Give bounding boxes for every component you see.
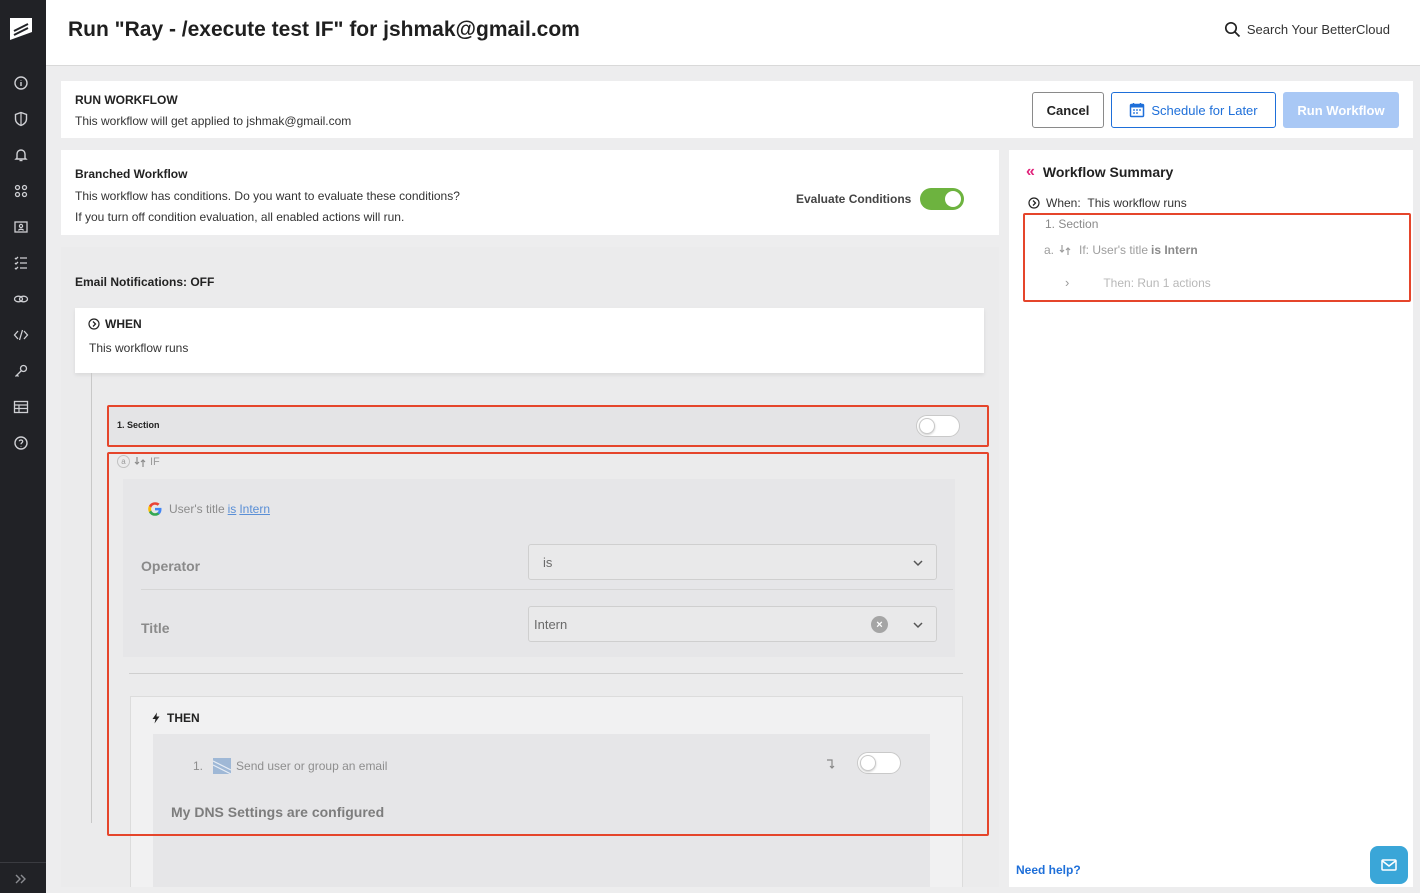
- list-check-icon[interactable]: [13, 255, 29, 271]
- global-search[interactable]: Search Your BetterCloud: [1224, 21, 1390, 38]
- expand-sidebar-icon[interactable]: [14, 872, 28, 886]
- folder-user-icon[interactable]: [13, 219, 29, 235]
- when-heading-label: WHEN: [105, 317, 142, 331]
- page-header: Run "Ray - /execute test IF" for jshmak@…: [46, 0, 1420, 66]
- summary-when-text: This workflow runs: [1087, 196, 1187, 210]
- workflow-summary-panel: « Workflow Summary When: This workflow r…: [1009, 150, 1413, 887]
- shield-icon[interactable]: [13, 111, 29, 127]
- run-workflow-subtitle: This workflow will get applied to jshmak…: [75, 114, 352, 128]
- if-block-highlight: [107, 452, 989, 836]
- code-icon[interactable]: [13, 327, 29, 343]
- collapse-summary-icon[interactable]: «: [1026, 163, 1035, 181]
- branched-workflow-card: Branched Workflow This workflow has cond…: [61, 150, 999, 235]
- workflow-tree-line: [91, 373, 92, 823]
- email-notifications-status: Email Notifications: OFF: [75, 275, 215, 289]
- summary-highlight: [1023, 213, 1411, 302]
- search-icon: [1224, 21, 1241, 38]
- table-icon[interactable]: [13, 399, 29, 415]
- run-workflow-heading: RUN WORKFLOW: [75, 93, 178, 107]
- mail-icon: [1381, 859, 1397, 871]
- help-icon[interactable]: [13, 435, 29, 451]
- schedule-for-later-button[interactable]: Schedule for Later: [1111, 92, 1276, 128]
- trigger-icon: [1028, 197, 1040, 209]
- when-text: This workflow runs: [89, 341, 189, 355]
- workflow-editor-panel: Email Notifications: OFF WHEN This workf…: [61, 247, 999, 887]
- bettercloud-logo[interactable]: [10, 18, 32, 40]
- trigger-icon: [88, 318, 100, 330]
- page-title: Run "Ray - /execute test IF" for jshmak@…: [68, 18, 580, 41]
- key-icon[interactable]: [13, 363, 29, 379]
- evaluate-conditions-label: Evaluate Conditions: [796, 192, 912, 206]
- bell-icon[interactable]: [13, 147, 29, 163]
- branched-workflow-description: This workflow has conditions. Do you wan…: [75, 189, 460, 203]
- summary-when: When: This workflow runs: [1028, 196, 1187, 210]
- apps-icon[interactable]: [13, 183, 29, 199]
- when-heading: WHEN: [88, 317, 142, 331]
- chat-button[interactable]: [1370, 846, 1408, 884]
- workflow-summary-heading: « Workflow Summary: [1026, 163, 1173, 181]
- cancel-button[interactable]: Cancel: [1032, 92, 1104, 128]
- branched-workflow-heading: Branched Workflow: [75, 167, 188, 181]
- info-icon[interactable]: [13, 75, 29, 91]
- sidebar: [0, 0, 46, 893]
- search-label: Search Your BetterCloud: [1246, 22, 1390, 37]
- need-help-link[interactable]: Need help?: [1016, 863, 1081, 877]
- toggle-knob: [945, 191, 961, 207]
- when-card: WHEN This workflow runs: [75, 308, 984, 373]
- run-workflow-button[interactable]: Run Workflow: [1283, 92, 1399, 128]
- sidebar-divider: [0, 862, 46, 863]
- workflow-summary-title: Workflow Summary: [1042, 164, 1174, 180]
- schedule-label: Schedule for Later: [1151, 102, 1258, 118]
- calendar-icon: [1130, 103, 1145, 118]
- evaluate-conditions-toggle[interactable]: [920, 188, 964, 210]
- link-icon[interactable]: [13, 291, 29, 307]
- run-workflow-card: RUN WORKFLOW This workflow will get appl…: [61, 81, 1413, 138]
- section-highlight: [107, 405, 989, 447]
- branched-workflow-note: If you turn off condition evaluation, al…: [75, 210, 405, 224]
- summary-when-prefix: When:: [1046, 196, 1081, 210]
